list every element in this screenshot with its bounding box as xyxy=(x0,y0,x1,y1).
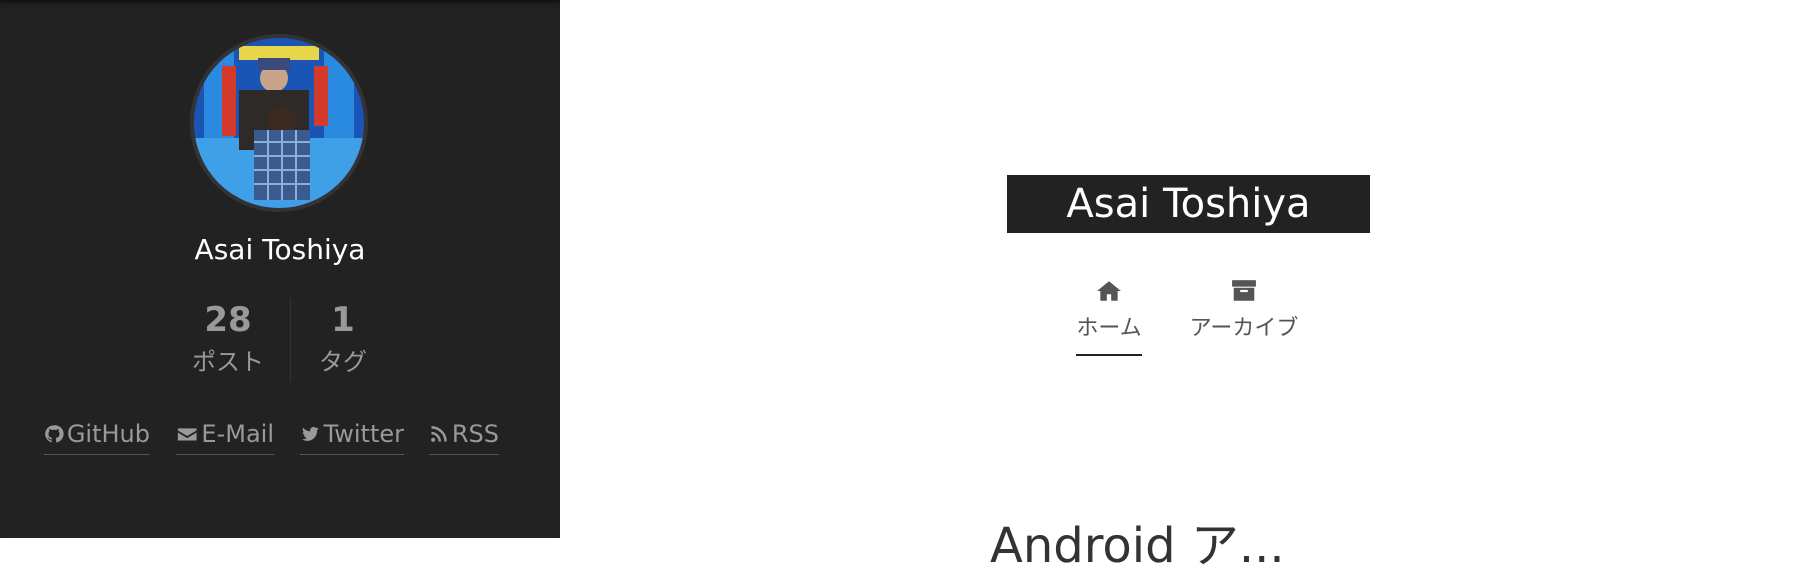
stat-posts[interactable]: 28 ポスト xyxy=(168,296,288,380)
menu-item-home[interactable]: ホーム xyxy=(1068,278,1150,356)
rss-icon xyxy=(431,426,447,442)
menu-item-archive[interactable]: アーカイブ xyxy=(1184,278,1304,354)
twitter-icon xyxy=(301,426,319,441)
archive-icon xyxy=(1232,280,1256,301)
github-label: GitHub xyxy=(66,420,150,448)
github-icon xyxy=(45,425,64,443)
twitter-label: Twitter xyxy=(323,420,404,448)
site-title[interactable]: Asai Toshiya xyxy=(1007,175,1370,233)
home-icon xyxy=(1097,281,1121,301)
email-link[interactable]: E-Mail xyxy=(176,414,274,455)
twitter-link[interactable]: Twitter xyxy=(300,414,404,455)
author-avatar xyxy=(190,34,368,212)
email-label: E-Mail xyxy=(201,420,274,448)
tags-label: タグ xyxy=(319,348,367,376)
rss-label: RSS xyxy=(451,420,499,448)
sidebar: Asai Toshiya 28 ポスト 1 タグ GitHub E-Mail T… xyxy=(0,0,560,538)
menu-home-label: ホーム xyxy=(1076,312,1142,356)
avatar-photo xyxy=(194,38,364,208)
posts-count: 28 xyxy=(204,300,252,340)
site-state: 28 ポスト 1 タグ xyxy=(0,296,560,382)
github-link[interactable]: GitHub xyxy=(44,414,150,455)
author-name: Asai Toshiya xyxy=(194,233,366,266)
rss-link[interactable]: RSS xyxy=(429,414,499,455)
stat-tags[interactable]: 1 タグ xyxy=(283,296,403,380)
social-links: GitHub E-Mail Twitter RSS xyxy=(0,414,560,455)
envelope-icon xyxy=(177,428,197,441)
tags-count: 1 xyxy=(331,300,355,340)
post-title[interactable]: Android ア... xyxy=(990,516,1285,576)
menu-archive-label: アーカイブ xyxy=(1189,316,1299,341)
posts-label: ポスト xyxy=(192,348,264,376)
